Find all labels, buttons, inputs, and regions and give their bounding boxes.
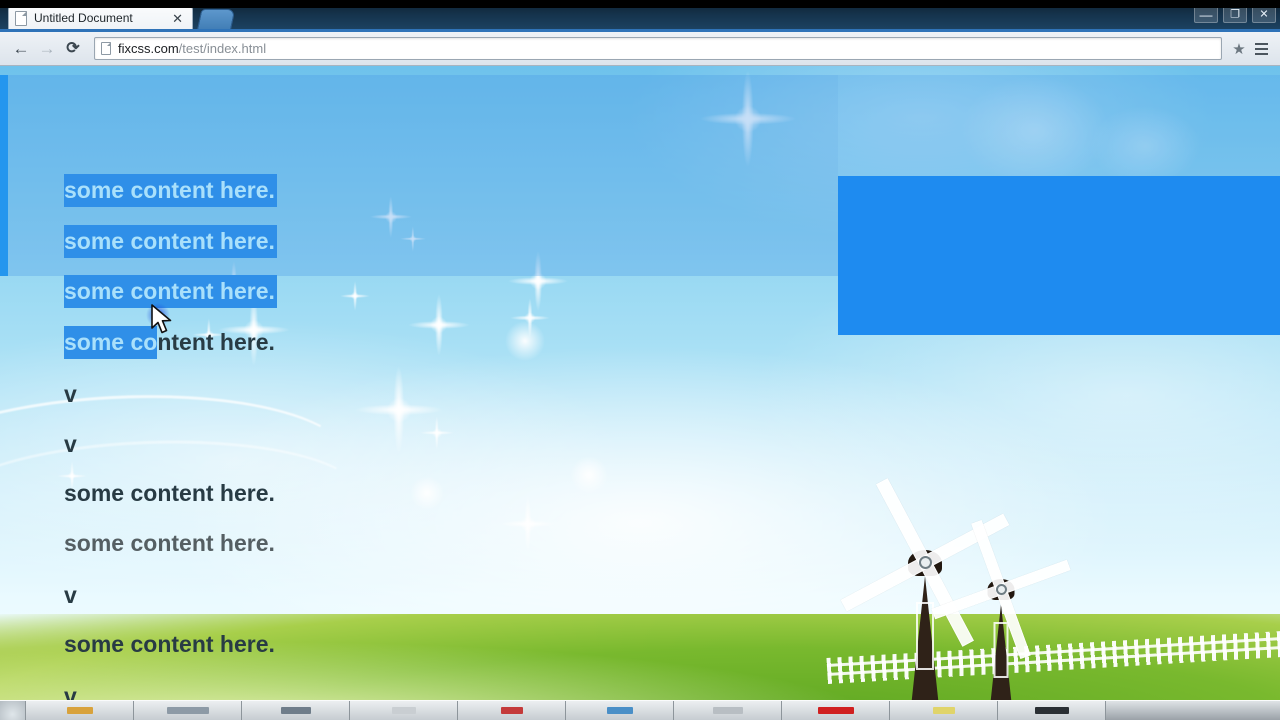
selected-text: some co (64, 326, 158, 359)
taskbar-item-icon (606, 707, 633, 714)
screen-letterbox-top (0, 0, 1280, 8)
url-path: /test/index.html (178, 41, 267, 56)
taskbar-item-icon (932, 707, 955, 714)
page-text-line[interactable]: v (64, 683, 77, 701)
windmill-icon (931, 519, 1071, 700)
page-text-line[interactable]: some content here. (64, 633, 275, 656)
start-orb-icon[interactable] (0, 701, 26, 720)
screen-root: some content here. some content here. some… (0, 0, 1280, 720)
page-text-line[interactable]: some content here. (64, 174, 277, 207)
taskbar-item-icon (166, 707, 209, 714)
page-text-line[interactable]: v (64, 433, 77, 456)
taskbar-item-icon (391, 707, 416, 714)
taskbar-item-icon (66, 707, 93, 714)
selection-right-top (838, 75, 1280, 176)
taskbar-item[interactable] (674, 701, 782, 720)
minimize-button[interactable]: — (1194, 6, 1218, 23)
page-text-line[interactable]: some content here. (64, 532, 275, 555)
taskbar-item[interactable] (566, 701, 674, 720)
page-text-line[interactable]: some content here. (64, 225, 277, 258)
tab-title: Untitled Document (34, 11, 133, 25)
taskbar-item[interactable] (890, 701, 998, 720)
line-text: some content here. (64, 480, 275, 506)
taskbar-item[interactable] (782, 701, 890, 720)
window-close-button[interactable]: ✕ (1252, 6, 1276, 23)
browser-toolbar: ← → ⟳ fixcss.com/test/index.html ★ (0, 32, 1280, 66)
tab-favicon-icon (15, 10, 27, 26)
close-icon: ✕ (1259, 8, 1269, 20)
line-text: v (64, 431, 77, 457)
maximize-icon: ❐ (1230, 8, 1240, 20)
os-taskbar[interactable] (0, 700, 1280, 720)
hamburger-menu-icon[interactable] (1250, 36, 1272, 62)
taskbar-item[interactable] (458, 701, 566, 720)
taskbar-item-icon (1034, 707, 1069, 714)
taskbar-item-icon (500, 707, 523, 714)
selected-text: some content here. (64, 225, 277, 258)
page-icon (101, 42, 111, 55)
reload-button[interactable]: ⟳ (60, 36, 86, 62)
new-tab-button[interactable] (196, 9, 236, 32)
taskbar-item[interactable] (998, 701, 1106, 720)
page-text-line[interactable]: some content here. (64, 482, 275, 505)
selected-text: some content here. (64, 174, 277, 207)
page-text-line[interactable]: some content here. (64, 275, 277, 308)
taskbar-item[interactable] (242, 701, 350, 720)
taskbar-item[interactable] (26, 701, 134, 720)
address-bar[interactable]: fixcss.com/test/index.html (94, 37, 1222, 60)
line-text: v (64, 683, 77, 701)
browser-viewport[interactable]: some content here. some content here. some… (0, 66, 1280, 700)
line-text: some content here. (64, 530, 275, 556)
window-controls: — ❐ ✕ (1194, 6, 1276, 23)
minimize-icon: — (1199, 7, 1213, 22)
page-text-line[interactable]: v (64, 383, 77, 406)
page-text-line[interactable]: v (64, 584, 77, 607)
url-domain: fixcss.com (118, 41, 179, 56)
line-text: v (64, 582, 77, 608)
bookmark-star-icon[interactable]: ★ (1228, 38, 1250, 60)
line-text: v (64, 381, 77, 407)
forward-button[interactable]: → (34, 36, 60, 62)
windmill-icon (840, 478, 1010, 700)
taskbar-item[interactable] (350, 701, 458, 720)
back-button[interactable]: ← (8, 36, 34, 62)
taskbar-item-icon (280, 707, 311, 714)
selection-right-block (838, 176, 1280, 335)
selection-left-strip (0, 75, 8, 276)
maximize-button[interactable]: ❐ (1223, 6, 1247, 23)
url-text: fixcss.com/test/index.html (118, 41, 266, 56)
taskbar-item-icon (817, 707, 854, 714)
browser-chrome: Untitled Document ✕ — ❐ ✕ ← → ⟳ fixcss.c… (0, 0, 1280, 66)
line-text: some content here. (64, 631, 275, 657)
mouse-pointer-icon (151, 304, 172, 334)
taskbar-item-icon (712, 707, 743, 714)
taskbar-item[interactable] (134, 701, 242, 720)
close-icon[interactable]: ✕ (169, 12, 186, 25)
